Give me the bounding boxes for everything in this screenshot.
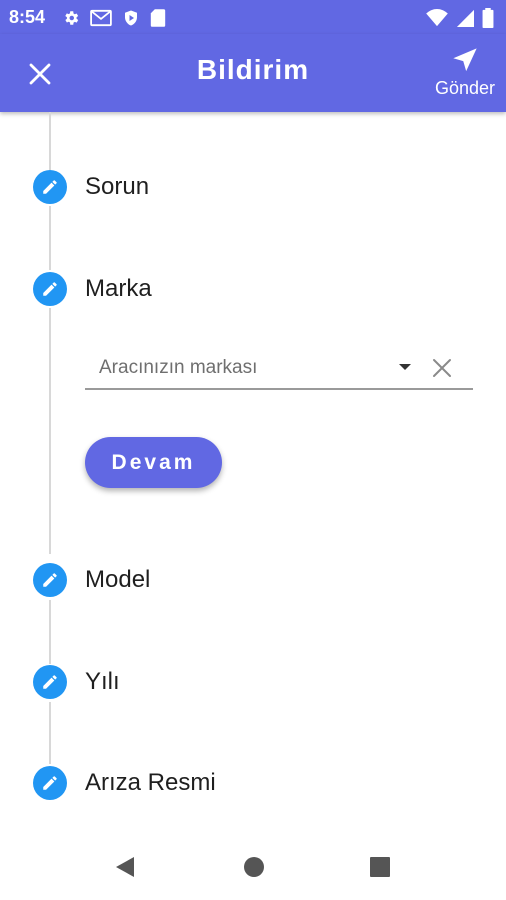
- status-bar: 8:54: [0, 0, 506, 34]
- pencil-icon: [33, 563, 67, 597]
- home-icon[interactable]: [243, 856, 265, 878]
- app-bar: Bildirim Gönder: [0, 34, 506, 112]
- continue-button[interactable]: Devam: [85, 437, 222, 488]
- status-icons-right: [426, 8, 494, 28]
- timeline-line: [49, 206, 51, 270]
- send-button[interactable]: Gönder: [430, 46, 500, 106]
- sd-card-icon: [150, 9, 166, 27]
- signal-icon: [456, 9, 474, 27]
- shield-icon: [125, 10, 137, 26]
- step-label: Yılı: [85, 668, 120, 695]
- pencil-icon: [33, 766, 67, 800]
- step-label: Model: [85, 566, 151, 593]
- pencil-icon: [33, 272, 67, 306]
- timeline-line: [49, 112, 51, 170]
- step-model[interactable]: Model: [33, 563, 150, 597]
- step-label: Sorun: [85, 173, 150, 200]
- send-label: Gönder: [434, 78, 496, 98]
- back-icon[interactable]: [114, 856, 136, 878]
- dropdown-arrow-icon[interactable]: [397, 362, 413, 372]
- step-ariza-resmi[interactable]: Arıza Resmi: [33, 766, 216, 800]
- pencil-icon: [33, 170, 67, 204]
- clear-icon[interactable]: [430, 356, 454, 380]
- pencil-icon: [33, 665, 67, 699]
- timeline-line: [49, 600, 51, 664]
- recents-icon[interactable]: [370, 857, 390, 877]
- wifi-icon: [426, 9, 448, 27]
- step-yili[interactable]: Yılı: [33, 665, 120, 699]
- brand-dropdown[interactable]: Aracınızın markası: [85, 350, 473, 390]
- step-label: Marka: [85, 275, 152, 302]
- navigation-arrow-icon: [453, 48, 477, 72]
- status-icons-left: [62, 8, 166, 28]
- system-nav-bar: [0, 835, 506, 900]
- step-marka[interactable]: Marka: [33, 272, 152, 306]
- step-label: Arıza Resmi: [85, 769, 216, 796]
- brand-dropdown-placeholder: Aracınızın markası: [99, 357, 258, 378]
- gmail-icon: [90, 9, 112, 27]
- timeline-line: [49, 702, 51, 764]
- gear-icon: [65, 11, 79, 25]
- timeline-line: [49, 308, 51, 554]
- step-sorun[interactable]: Sorun: [33, 170, 149, 204]
- battery-icon: [482, 8, 494, 28]
- status-time: 8:54: [9, 7, 46, 27]
